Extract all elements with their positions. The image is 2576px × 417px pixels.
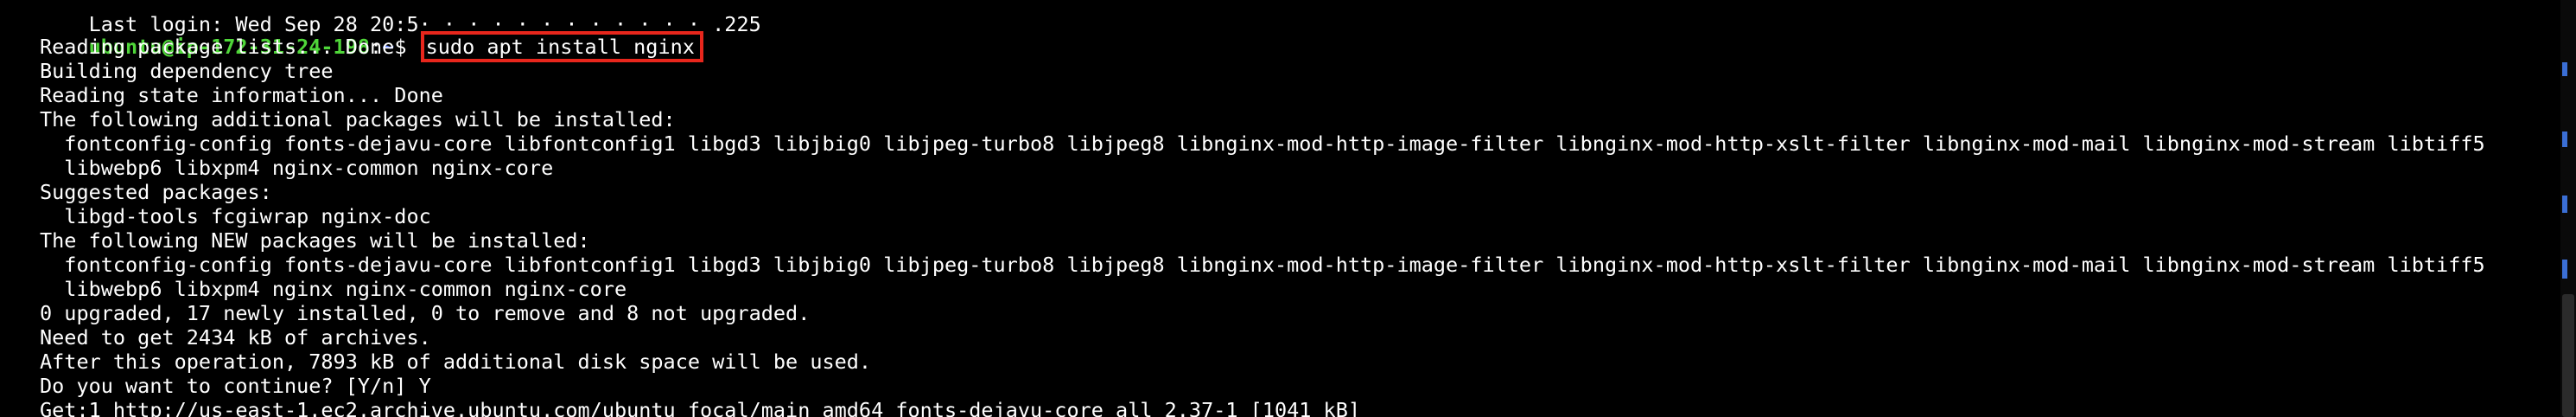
- scroll-marker: [2562, 62, 2567, 76]
- scroll-marker: [2562, 132, 2567, 147]
- output-line: fontconfig-config fonts-dejavu-core libf…: [40, 132, 2485, 156]
- output-line: Building dependency tree: [40, 59, 334, 83]
- prompt-symbol: $: [394, 35, 419, 59]
- output-line: After this operation, 7893 kB of additio…: [40, 350, 872, 374]
- output-line: Reading state information... Done: [40, 83, 443, 107]
- output-line: Do you want to continue? [Y/n] Y: [40, 374, 431, 398]
- output-line: fontconfig-config fonts-dejavu-core libf…: [40, 253, 2485, 277]
- output-line: Reading package lists... Done: [40, 35, 395, 59]
- output-line: Get:1 http://us-east-1.ec2.archive.ubunt…: [40, 398, 1361, 417]
- output-line: libwebp6 libxpm4 nginx-common nginx-core: [40, 156, 554, 180]
- output-line: The following additional packages will b…: [40, 107, 676, 132]
- prompt-line: ubuntu@ip-172-31-24-198:~$ sudo apt inst…: [40, 10, 703, 62]
- terminal-window[interactable]: Last login: Wed Sep 28 20:5· · · · · · ·…: [0, 0, 2576, 417]
- output-line: libgd-tools fcgiwrap nginx-doc: [40, 204, 431, 228]
- output-line: The following NEW packages will be insta…: [40, 228, 590, 253]
- output-line: Need to get 2434 kB of archives.: [40, 325, 431, 350]
- output-line: 0 upgraded, 17 newly installed, 0 to rem…: [40, 301, 811, 325]
- output-line: libwebp6 libxpm4 nginx nginx-common ngin…: [40, 277, 627, 301]
- output-line: Suggested packages:: [40, 180, 272, 204]
- scroll-marker: [2562, 196, 2567, 213]
- scroll-marker: [2562, 260, 2567, 279]
- highlighted-command: sudo apt install nginx: [420, 31, 703, 62]
- scrollbar-thumb[interactable]: [2562, 294, 2574, 417]
